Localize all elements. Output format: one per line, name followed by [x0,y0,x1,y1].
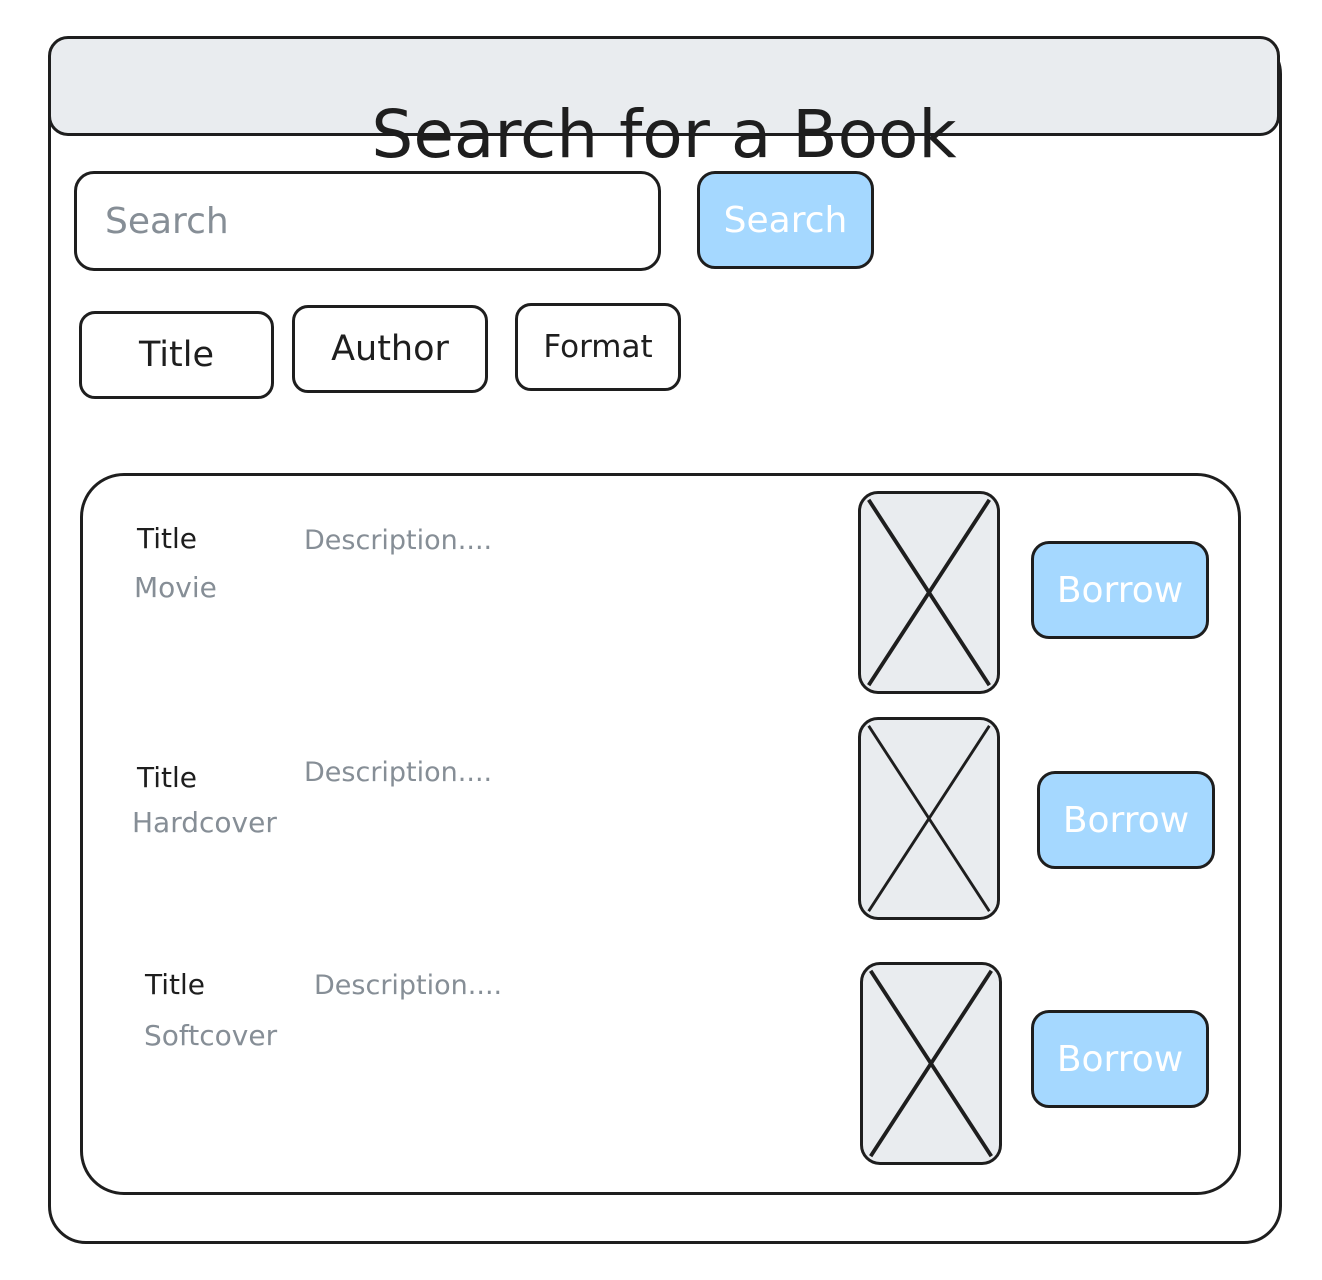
result-description: Description.... [304,525,493,556]
borrow-button[interactable]: Borrow [1037,771,1215,869]
result-format: Softcover [144,1019,278,1052]
filter-title-button[interactable]: Title [79,311,274,399]
result-description: Description.... [304,757,493,788]
result-format: Hardcover [132,806,277,839]
filter-format-button[interactable]: Format [515,303,681,391]
result-title: Title [137,761,198,794]
image-placeholder-icon [858,491,1000,694]
page-title: Search for a Book [371,96,957,173]
search-input[interactable] [74,171,661,271]
image-placeholder-icon [858,717,1000,920]
image-placeholder-icon [860,962,1002,1165]
result-title: Title [137,522,198,555]
filter-author-button[interactable]: Author [292,305,488,393]
borrow-button[interactable]: Borrow [1031,541,1209,639]
search-button[interactable]: Search [697,171,874,269]
result-title: Title [145,968,206,1001]
title-bar: Search for a Book [48,36,1280,173]
result-format: Movie [134,571,217,604]
result-description: Description.... [314,970,503,1001]
borrow-button[interactable]: Borrow [1031,1010,1209,1108]
